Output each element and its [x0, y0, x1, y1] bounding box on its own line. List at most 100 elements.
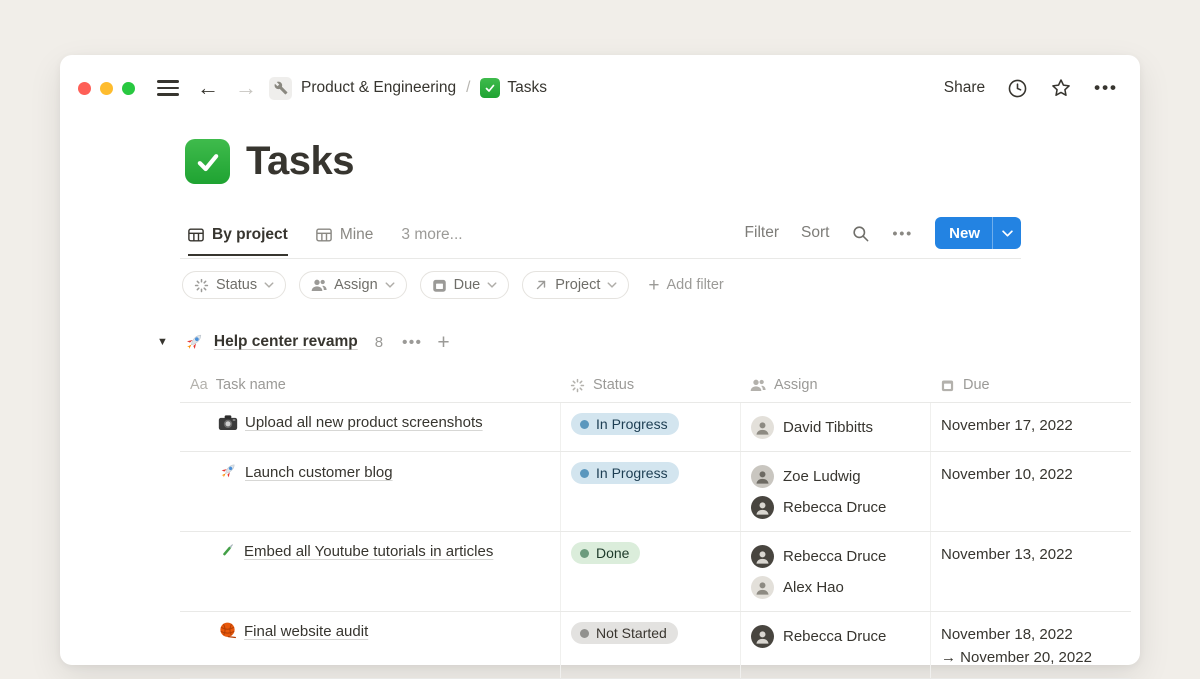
notion-window: ← → Product & Engineering / Tasks Share: [60, 55, 1140, 665]
assignee[interactable]: Zoe Ludwig: [751, 461, 920, 492]
add-filter-button[interactable]: + Add filter: [648, 276, 723, 295]
new-button[interactable]: New: [935, 217, 1021, 249]
page-check-mark-icon[interactable]: [185, 139, 230, 184]
table-view-icon: [188, 228, 204, 242]
people-icon: [311, 278, 327, 292]
status-badge[interactable]: Not Started: [571, 622, 678, 644]
group-title[interactable]: Help center revamp: [214, 333, 358, 351]
task-title[interactable]: Upload all new product screenshots: [245, 414, 483, 431]
assignee[interactable]: Rebecca Druce: [751, 621, 920, 652]
breadcrumb-page-label: Tasks: [507, 79, 547, 97]
column-header-due[interactable]: Due: [930, 368, 1131, 402]
due-date-end: → November 20, 2022: [941, 649, 1092, 666]
more-views-link[interactable]: 3 more...: [401, 226, 462, 244]
table-row[interactable]: Embed all Youtube tutorials in articles …: [180, 532, 1131, 612]
tab-by-project[interactable]: By project: [188, 216, 288, 256]
assignee[interactable]: Alex Hao: [751, 572, 920, 603]
filter-chip-status[interactable]: Status: [182, 271, 286, 299]
filter-chips-bar: Status Assign Due Project + Add filter: [182, 271, 724, 299]
task-title[interactable]: Launch customer blog: [245, 464, 393, 481]
workspace-wrench-icon[interactable]: [269, 77, 292, 100]
table-header-row: Aa Task name Status Assign Due: [180, 368, 1131, 403]
chip-label: Status: [216, 277, 257, 293]
share-button[interactable]: Share: [944, 79, 985, 97]
due-date[interactable]: November 10, 2022: [941, 461, 1121, 486]
filter-chip-project[interactable]: Project: [522, 271, 629, 299]
due-date[interactable]: November 18, 2022 → November 20, 2022: [941, 621, 1121, 670]
group-options-icon[interactable]: •••: [402, 334, 422, 351]
assignee-name: Rebecca Druce: [783, 499, 886, 516]
chevron-down-icon: [264, 282, 274, 288]
assignee-name: Rebecca Druce: [783, 548, 886, 565]
filter-button[interactable]: Filter: [745, 224, 779, 242]
group-count: 8: [375, 334, 383, 351]
assignee[interactable]: Rebecca Druce: [751, 492, 920, 523]
calendar-icon: [940, 378, 955, 393]
status-label: Done: [596, 545, 629, 561]
rocket-icon: [183, 331, 205, 353]
sidebar-toggle-icon[interactable]: [157, 80, 179, 95]
check-mark-icon: [480, 78, 500, 98]
calendar-icon: [432, 278, 447, 293]
breadcrumb-workspace[interactable]: Product & Engineering: [301, 79, 456, 97]
column-label: Due: [963, 377, 990, 393]
status-dot: [580, 420, 589, 429]
chip-label: Due: [454, 277, 481, 293]
column-label: Assign: [774, 377, 818, 393]
breadcrumb-separator: /: [464, 79, 472, 97]
rocket-icon: [218, 461, 238, 488]
column-header-status[interactable]: Status: [560, 368, 740, 402]
close-window-button[interactable]: [78, 82, 91, 95]
avatar: [751, 545, 774, 568]
avatar: [751, 416, 774, 439]
status-badge[interactable]: Done: [571, 542, 640, 564]
topbar-actions: Share •••: [944, 77, 1118, 99]
status-spinner-icon: [570, 378, 585, 393]
back-arrow-icon[interactable]: ←: [197, 77, 219, 99]
updates-clock-icon[interactable]: [1007, 78, 1028, 99]
filter-chip-assign[interactable]: Assign: [299, 271, 407, 299]
sort-button[interactable]: Sort: [801, 224, 829, 242]
status-label: In Progress: [596, 465, 668, 481]
more-options-icon[interactable]: •••: [1094, 78, 1118, 98]
text-property-icon: Aa: [190, 377, 208, 393]
avatar: [751, 465, 774, 488]
breadcrumb-page[interactable]: Tasks: [480, 78, 547, 98]
traffic-lights: [78, 82, 135, 95]
minimize-window-button[interactable]: [100, 82, 113, 95]
pen-icon: [218, 541, 237, 567]
status-badge[interactable]: In Progress: [571, 462, 679, 484]
zoom-window-button[interactable]: [122, 82, 135, 95]
collapse-triangle-icon[interactable]: ▼: [157, 336, 168, 348]
view-tabs-bar: By project Mine 3 more... Filter Sort ••…: [180, 215, 1021, 259]
favorite-star-icon[interactable]: [1050, 77, 1072, 99]
task-title[interactable]: Embed all Youtube tutorials in articles: [244, 543, 493, 560]
filter-chip-due[interactable]: Due: [420, 271, 510, 299]
column-label: Status: [593, 377, 634, 393]
breadcrumb: Product & Engineering / Tasks: [301, 78, 547, 98]
forward-arrow-icon[interactable]: →: [235, 77, 257, 99]
group-add-icon[interactable]: +: [437, 332, 449, 353]
table-row[interactable]: Final website audit Not Started Rebecca …: [180, 612, 1131, 679]
due-date-start: November 18, 2022: [941, 626, 1073, 643]
column-header-task[interactable]: Aa Task name: [180, 368, 560, 402]
assignee[interactable]: David Tibbitts: [751, 412, 920, 443]
tab-mine[interactable]: Mine: [316, 215, 374, 255]
add-filter-label: Add filter: [667, 277, 724, 293]
table-row[interactable]: Upload all new product screenshots In Pr…: [180, 403, 1131, 452]
new-chevron-down-icon[interactable]: [993, 217, 1021, 249]
due-date[interactable]: November 13, 2022: [941, 541, 1121, 566]
column-header-assign[interactable]: Assign: [740, 368, 930, 402]
task-title[interactable]: Final website audit: [244, 623, 368, 640]
table-view-icon: [316, 228, 332, 242]
view-options-icon[interactable]: •••: [892, 225, 913, 241]
yarn-icon: [218, 621, 237, 647]
search-icon[interactable]: [851, 224, 870, 243]
avatar: [751, 625, 774, 648]
status-badge[interactable]: In Progress: [571, 413, 679, 435]
status-label: Not Started: [596, 625, 667, 641]
status-spinner-icon: [194, 278, 209, 293]
table-row[interactable]: Launch customer blog In Progress Zoe Lud…: [180, 452, 1131, 532]
assignee[interactable]: Rebecca Druce: [751, 541, 920, 572]
due-date[interactable]: November 17, 2022: [941, 412, 1121, 437]
